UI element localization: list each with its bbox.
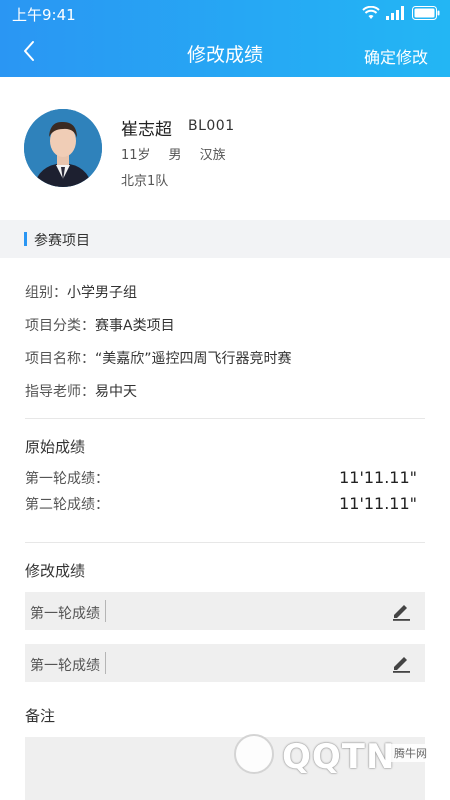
student-name: 崔志超 (121, 120, 172, 140)
info-key: 指导老师： (25, 384, 95, 400)
signal-icon (386, 6, 404, 20)
info-key: 项目名称： (25, 351, 95, 367)
info-value: 易中天 (95, 384, 137, 400)
divider (25, 542, 425, 543)
watermark: QQTN 腾牛网 (234, 734, 444, 794)
round1-score-field[interactable]: 第一轮成绩 (25, 592, 425, 630)
student-ethnicity: 汉族 (199, 148, 226, 163)
input-label: 第一轮成绩 (30, 606, 100, 622)
info-row-teacher: 指导老师： 易中天 (25, 381, 425, 414)
status-icons (362, 6, 440, 20)
info-row-project-name: 项目名称： “美嘉欣”遥控四周飞行器竞时赛 (25, 348, 425, 381)
header: 上午9:41 修改成绩 确定修改 (0, 0, 450, 77)
wifi-icon (362, 6, 380, 19)
student-id: BL001 (188, 118, 235, 134)
student-gender: 男 (168, 148, 182, 163)
info-value: “美嘉欣”遥控四周飞行器竞时赛 (95, 351, 292, 367)
score-label: 第二轮成绩： (25, 497, 109, 513)
status-time: 上午9:41 (12, 6, 76, 24)
info-key: 组别： (25, 285, 67, 301)
section-accent-bar (24, 232, 27, 246)
modify-scores-title: 修改成绩 (25, 562, 86, 580)
status-bar: 上午9:41 (0, 0, 450, 28)
text-cursor (105, 652, 106, 674)
avatar (24, 109, 102, 187)
remark-title: 备注 (25, 707, 56, 725)
info-value: 赛事A类项目 (95, 318, 175, 334)
divider (25, 418, 425, 419)
student-meta: 11岁 男 汉族 (121, 144, 226, 163)
info-row-category: 项目分类： 赛事A类项目 (25, 315, 425, 348)
student-team: 北京1队 (121, 174, 169, 189)
student-profile: 崔志超 BL001 11岁 男 汉族 北京1队 (0, 77, 450, 220)
info-row-group: 组别： 小学男子组 (25, 282, 425, 315)
student-age: 11岁 (121, 148, 151, 163)
watermark-subtext: 腾牛网 (391, 744, 430, 762)
watermark-text: QQTN (282, 737, 396, 777)
project-info-list: 组别： 小学男子组 项目分类： 赛事A类项目 项目名称： “美嘉欣”遥控四周飞行… (25, 282, 425, 414)
section-header: 参赛项目 (0, 220, 450, 258)
score-label: 第一轮成绩： (25, 471, 109, 487)
text-cursor (105, 600, 106, 622)
input-label: 第一轮成绩 (30, 658, 100, 674)
avatar-portrait (24, 109, 102, 187)
original-scores-title: 原始成绩 (25, 438, 86, 456)
watermark-logo-icon (234, 734, 274, 774)
score-value: 11'11.11" (339, 468, 417, 487)
info-value: 小学男子组 (67, 285, 137, 301)
pencil-edit-icon[interactable] (391, 653, 411, 673)
round2-score-field[interactable]: 第一轮成绩 (25, 644, 425, 682)
original-score-row: 第二轮成绩： 11'11.11" (25, 494, 417, 514)
section-title: 参赛项目 (34, 233, 90, 249)
info-key: 项目分类： (25, 318, 95, 334)
score-value: 11'11.11" (339, 494, 417, 513)
original-score-row: 第一轮成绩： 11'11.11" (25, 468, 417, 488)
confirm-modify-button[interactable]: 确定修改 (364, 44, 428, 68)
pencil-edit-icon[interactable] (391, 601, 411, 621)
battery-icon (412, 6, 440, 20)
nav-bar: 修改成绩 确定修改 (0, 28, 450, 77)
